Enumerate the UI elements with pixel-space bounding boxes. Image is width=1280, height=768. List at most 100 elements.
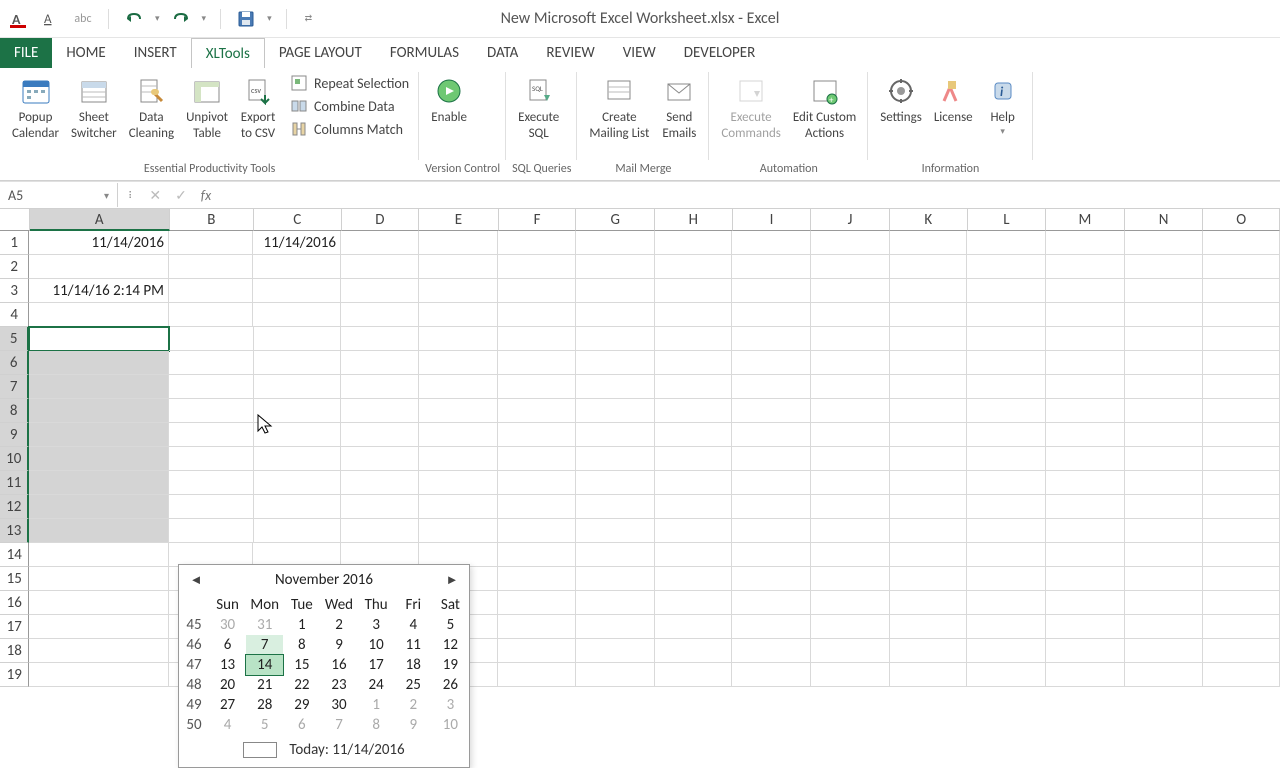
select-all-corner[interactable]: [0, 209, 30, 231]
cell[interactable]: [811, 231, 890, 255]
calendar-day[interactable]: 25: [395, 675, 432, 695]
font-color-icon[interactable]: A: [8, 8, 30, 30]
cell[interactable]: [419, 519, 499, 543]
cell[interactable]: 11/14/2016: [29, 231, 168, 255]
undo-icon[interactable]: [123, 8, 145, 30]
cell[interactable]: [967, 423, 1046, 447]
cell[interactable]: [811, 543, 890, 567]
column-header[interactable]: B: [170, 209, 255, 231]
cell[interactable]: [1203, 543, 1280, 567]
cell[interactable]: [169, 279, 254, 303]
cell[interactable]: [655, 519, 733, 543]
cell[interactable]: [732, 279, 811, 303]
cell[interactable]: [1125, 663, 1204, 687]
cell[interactable]: [890, 447, 968, 471]
cell[interactable]: [169, 231, 254, 255]
cell[interactable]: [29, 639, 168, 663]
calendar-day[interactable]: 29: [283, 695, 320, 715]
calendar-today-label[interactable]: Today: 11/14/2016: [289, 741, 404, 759]
cell[interactable]: 11/14/16 2:14 PM: [29, 279, 168, 303]
cell[interactable]: [890, 231, 968, 255]
cell[interactable]: [655, 375, 733, 399]
cell[interactable]: [498, 399, 576, 423]
row-header[interactable]: 14: [0, 543, 29, 567]
row-header[interactable]: 13: [0, 519, 29, 543]
cell[interactable]: [655, 639, 733, 663]
row-header[interactable]: 5: [0, 327, 29, 351]
calendar-day[interactable]: 10: [432, 715, 469, 735]
cell[interactable]: [811, 303, 890, 327]
cell[interactable]: [1125, 255, 1204, 279]
cell[interactable]: [1203, 471, 1280, 495]
cell[interactable]: [967, 399, 1046, 423]
cell[interactable]: [1125, 639, 1204, 663]
cell[interactable]: [254, 399, 341, 423]
cell[interactable]: [169, 303, 254, 327]
cell[interactable]: [29, 591, 168, 615]
cell[interactable]: [1203, 303, 1280, 327]
row-header[interactable]: 10: [0, 447, 29, 471]
cell[interactable]: [341, 279, 419, 303]
cell[interactable]: [655, 423, 733, 447]
cell[interactable]: [890, 639, 968, 663]
cell[interactable]: [1046, 447, 1125, 471]
create-mailing-list-button[interactable]: Create Mailing List: [583, 72, 655, 145]
calendar-day[interactable]: 11: [395, 635, 432, 655]
column-header[interactable]: C: [254, 209, 341, 231]
cell[interactable]: [967, 567, 1046, 591]
cell[interactable]: [890, 399, 968, 423]
cell[interactable]: [498, 639, 576, 663]
cell[interactable]: [732, 351, 811, 375]
cell[interactable]: [576, 639, 655, 663]
cancel-icon[interactable]: ✕: [149, 187, 161, 204]
cell[interactable]: [967, 375, 1046, 399]
license-button[interactable]: License: [928, 72, 979, 128]
cell[interactable]: [1046, 543, 1125, 567]
cell[interactable]: [498, 663, 576, 687]
column-header[interactable]: D: [342, 209, 420, 231]
cell[interactable]: [732, 327, 811, 351]
cell[interactable]: [1125, 423, 1204, 447]
cell[interactable]: [732, 471, 811, 495]
cell[interactable]: [419, 495, 499, 519]
cell[interactable]: [419, 231, 499, 255]
cell[interactable]: [811, 375, 890, 399]
row-header[interactable]: 16: [0, 591, 29, 615]
cell[interactable]: [1046, 327, 1125, 351]
cell[interactable]: [29, 351, 168, 375]
cell[interactable]: [341, 303, 419, 327]
redo-icon[interactable]: [170, 8, 192, 30]
enter-icon[interactable]: ✓: [175, 187, 187, 204]
cell[interactable]: [253, 255, 340, 279]
cell[interactable]: [811, 279, 890, 303]
column-header[interactable]: N: [1125, 209, 1204, 231]
calendar-day[interactable]: 18: [395, 655, 432, 675]
column-header[interactable]: F: [499, 209, 577, 231]
insert-function-split-icon[interactable]: ⠇: [128, 189, 135, 202]
cell[interactable]: [655, 231, 733, 255]
row-header[interactable]: 11: [0, 471, 29, 495]
cell[interactable]: [967, 519, 1046, 543]
cell[interactable]: [1125, 567, 1204, 591]
column-header[interactable]: M: [1046, 209, 1125, 231]
cell[interactable]: [498, 255, 576, 279]
cell[interactable]: [576, 423, 655, 447]
cell[interactable]: [890, 327, 968, 351]
cell[interactable]: [169, 399, 254, 423]
calendar-day[interactable]: 16: [320, 655, 357, 675]
calendar-day[interactable]: 26: [432, 675, 469, 695]
cell[interactable]: [967, 663, 1046, 687]
calendar-day[interactable]: 3: [358, 615, 395, 635]
cell[interactable]: [1125, 375, 1204, 399]
enable-vc-button[interactable]: Enable: [425, 72, 473, 128]
tab-formulas[interactable]: FORMULAS: [376, 38, 473, 68]
cell[interactable]: [576, 543, 655, 567]
cell[interactable]: [811, 255, 890, 279]
cell[interactable]: [655, 663, 733, 687]
cell[interactable]: [890, 567, 968, 591]
cell[interactable]: [655, 327, 733, 351]
column-header[interactable]: H: [655, 209, 733, 231]
repeat-selection-button[interactable]: Repeat Selection: [286, 72, 413, 94]
calendar-day[interactable]: 22: [283, 675, 320, 695]
cell[interactable]: [732, 231, 811, 255]
